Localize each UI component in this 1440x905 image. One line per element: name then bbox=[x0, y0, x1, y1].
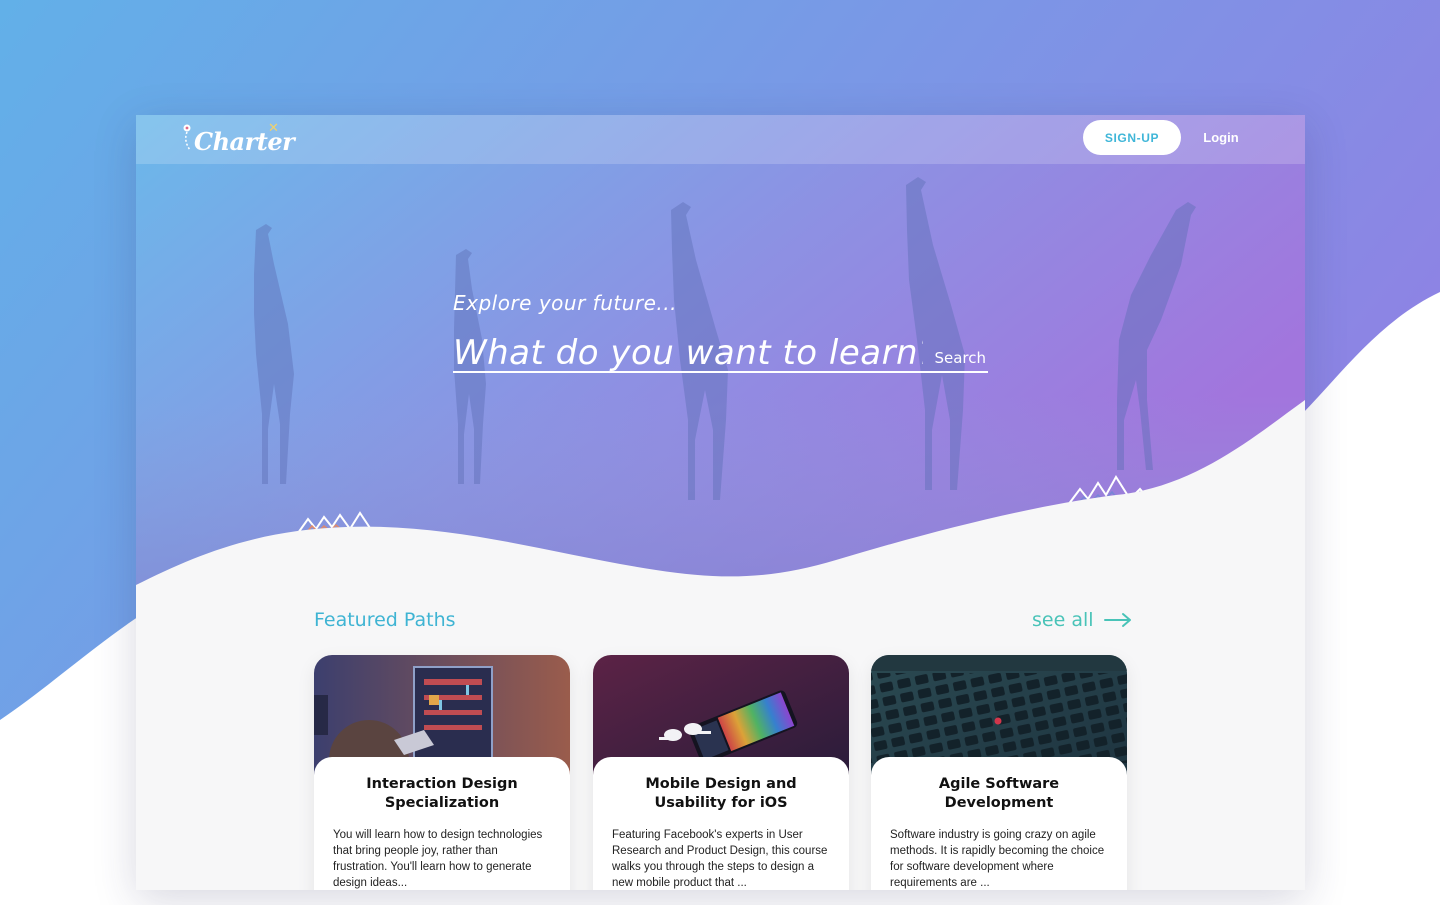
map-pin-icon bbox=[183, 124, 191, 151]
card-body: Mobile Design and Usability for iOS Feat… bbox=[593, 757, 849, 890]
login-link[interactable]: Login bbox=[1198, 120, 1244, 155]
charter-logo[interactable]: Charter ✕ bbox=[182, 121, 295, 159]
hero-search-bar: Search bbox=[453, 333, 988, 373]
card-body: Agile Software Development Software indu… bbox=[871, 757, 1127, 890]
card-description: Featuring Facebook's experts in User Res… bbox=[612, 829, 828, 889]
hero-section: Charter ✕ SIGN-UP Login Explore your fut… bbox=[136, 115, 1305, 585]
course-card[interactable]: Interaction Design Specialization You wi… bbox=[314, 655, 570, 890]
search-button[interactable]: Search bbox=[934, 349, 986, 367]
navbar: Charter ✕ SIGN-UP Login bbox=[136, 115, 1305, 164]
card-description: Software industry is going crazy on agil… bbox=[890, 829, 1105, 889]
see-all-label: see all bbox=[1032, 609, 1094, 631]
course-card[interactable]: Agile Software Development Software indu… bbox=[871, 655, 1127, 890]
card-title: Mobile Design and Usability for iOS bbox=[645, 776, 797, 811]
landing-page-mockup: Charter ✕ SIGN-UP Login Explore your fut… bbox=[136, 115, 1305, 890]
hero-tagline: Explore your future... bbox=[453, 291, 678, 315]
x-mark-icon: ✕ bbox=[268, 121, 279, 136]
search-input[interactable] bbox=[453, 333, 923, 373]
card-body: Interaction Design Specialization You wi… bbox=[314, 757, 570, 890]
logo-text: Charter bbox=[194, 127, 295, 156]
arrow-right-icon bbox=[1103, 613, 1131, 627]
card-description: You will learn how to design technologie… bbox=[333, 829, 543, 889]
featured-paths-heading: Featured Paths bbox=[314, 609, 456, 631]
card-title: Agile Software Development bbox=[938, 776, 1060, 811]
see-all-link[interactable]: see all bbox=[1032, 609, 1132, 631]
card-title: Interaction Design Specialization bbox=[366, 776, 518, 811]
course-card[interactable]: Mobile Design and Usability for iOS Feat… bbox=[593, 655, 849, 890]
signup-button[interactable]: SIGN-UP bbox=[1083, 120, 1181, 155]
